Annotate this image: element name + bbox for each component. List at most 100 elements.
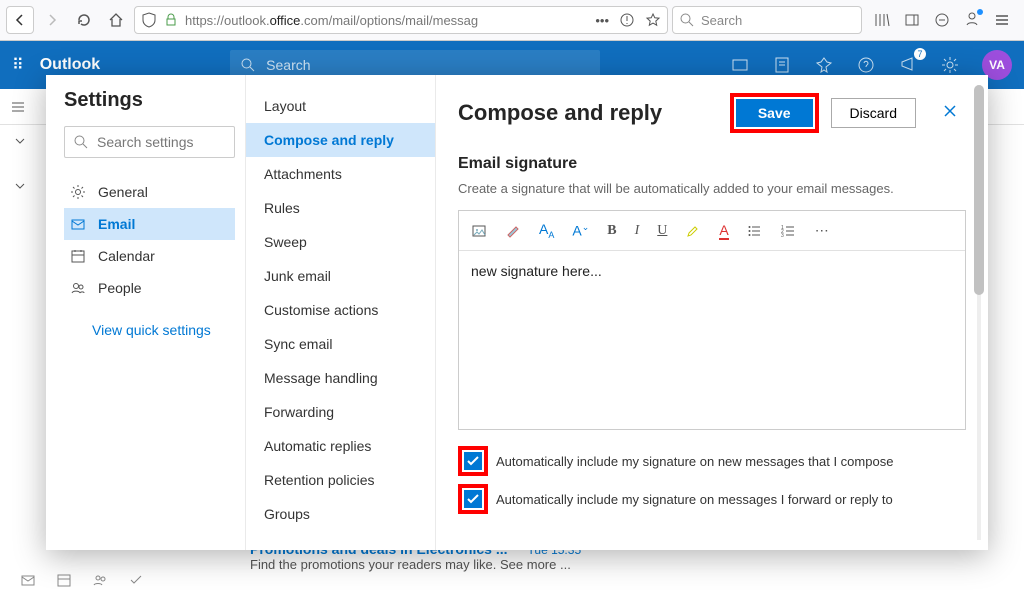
close-icon [942, 103, 958, 119]
meatball-icon[interactable]: ••• [595, 13, 609, 28]
premium-icon[interactable] [814, 55, 834, 75]
stop-icon[interactable] [934, 12, 950, 28]
back-button[interactable] [6, 6, 34, 34]
option-sweep[interactable]: Sweep [246, 225, 435, 259]
font-color-icon[interactable]: A [719, 222, 728, 240]
browser-toolbar: https://outlook.office.com/mail/options/… [0, 0, 1024, 41]
highlight-box [458, 446, 488, 476]
scrollbar[interactable] [974, 85, 984, 540]
font-picker-icon[interactable]: A⌄ [572, 222, 589, 239]
people-icon[interactable] [92, 572, 108, 588]
checkbox-forward-reply[interactable] [464, 490, 482, 508]
lock-icon [163, 12, 179, 28]
category-label: General [98, 184, 148, 200]
settings-modal: Settings Search settings General Email C… [46, 75, 988, 550]
option-groups[interactable]: Groups [246, 497, 435, 531]
search-icon [679, 12, 695, 28]
menu-icon[interactable] [994, 12, 1010, 28]
option-junk-email[interactable]: Junk email [246, 259, 435, 293]
option-sync-email[interactable]: Sync email [246, 327, 435, 361]
image-icon[interactable] [471, 223, 487, 239]
mail-icon [70, 216, 86, 232]
svg-text:3: 3 [781, 233, 784, 239]
option-compose-and-reply[interactable]: Compose and reply [246, 123, 435, 157]
people-icon [70, 280, 86, 296]
mail-icon[interactable] [20, 572, 36, 588]
bold-button[interactable]: B [607, 223, 616, 239]
home-button[interactable] [102, 6, 130, 34]
options-list: Layout Compose and reply Attachments Rul… [246, 75, 436, 550]
editor-textarea[interactable]: new signature here... [459, 251, 965, 429]
search-settings-input[interactable]: Search settings [64, 126, 235, 158]
section-desc: Create a signature that will be automati… [458, 181, 966, 196]
browser-search[interactable]: Search [672, 6, 862, 34]
search-placeholder: Search [701, 13, 742, 28]
help-icon[interactable] [856, 55, 876, 75]
option-rules[interactable]: Rules [246, 191, 435, 225]
settings-gear-icon[interactable] [940, 55, 960, 75]
tasks-icon[interactable] [128, 572, 144, 588]
checkbox-new-messages[interactable] [464, 452, 482, 470]
close-button[interactable] [934, 99, 966, 128]
category-email[interactable]: Email [64, 208, 235, 240]
search-icon [240, 57, 256, 73]
paint-icon[interactable] [505, 223, 521, 239]
italic-button[interactable]: I [635, 223, 640, 239]
category-label: Calendar [98, 248, 155, 264]
url-bar[interactable]: https://outlook.office.com/mail/options/… [134, 6, 668, 34]
account-icon[interactable] [964, 11, 980, 30]
app-launcher-icon[interactable]: ⠿ [12, 55, 26, 75]
settings-sidebar: Settings Search settings General Email C… [46, 75, 246, 550]
option-layout[interactable]: Layout [246, 89, 435, 123]
notes-icon[interactable] [772, 55, 792, 75]
section-title: Email signature [458, 155, 966, 173]
discard-button[interactable]: Discard [831, 98, 916, 128]
gear-icon [70, 184, 86, 200]
category-people[interactable]: People [64, 272, 235, 304]
option-forwarding[interactable]: Forwarding [246, 395, 435, 429]
settings-title: Settings [64, 89, 235, 112]
shield-icon [141, 12, 157, 28]
underline-button[interactable]: U [657, 223, 667, 239]
highlight-box: Save [730, 93, 819, 133]
option-attachments[interactable]: Attachments [246, 157, 435, 191]
announcements-icon[interactable] [898, 54, 918, 77]
chevron-down-icon[interactable] [12, 178, 28, 194]
library-icon[interactable] [874, 12, 890, 28]
checkmark-icon [467, 456, 479, 466]
editor-toolbar: AA A⌄ B I U A 123 ⋯ [459, 211, 965, 251]
forward-button[interactable] [38, 6, 66, 34]
option-message-handling[interactable]: Message handling [246, 361, 435, 395]
category-calendar[interactable]: Calendar [64, 240, 235, 272]
more-icon[interactable]: ⋯ [815, 222, 829, 239]
content-pane: Compose and reply Save Discard Email sig… [436, 75, 988, 550]
font-size-icon[interactable]: AA [539, 221, 554, 240]
view-quick-settings-link[interactable]: View quick settings [92, 322, 235, 338]
content-title: Compose and reply [458, 100, 718, 126]
permissions-icon[interactable] [619, 12, 635, 28]
sidebar-icon[interactable] [904, 12, 920, 28]
reload-button[interactable] [70, 6, 98, 34]
highlight-box [458, 484, 488, 514]
bookmark-icon[interactable] [645, 12, 661, 28]
bullet-list-icon[interactable] [747, 223, 763, 239]
checkbox-label: Automatically include my signature on me… [496, 492, 893, 507]
search-icon [73, 134, 89, 150]
signature-editor: AA A⌄ B I U A 123 ⋯ new signature here..… [458, 210, 966, 430]
option-customise-actions[interactable]: Customise actions [246, 293, 435, 327]
category-general[interactable]: General [64, 176, 235, 208]
save-button[interactable]: Save [736, 99, 813, 127]
category-label: People [98, 280, 142, 296]
number-list-icon[interactable]: 123 [781, 223, 797, 239]
calendar-icon[interactable] [56, 572, 72, 588]
option-retention-policies[interactable]: Retention policies [246, 463, 435, 497]
highlight-icon[interactable] [685, 223, 701, 239]
chevron-down-icon[interactable] [12, 133, 28, 149]
message-preview: Find the promotions your readers may lik… [250, 557, 994, 572]
menu-icon[interactable] [10, 99, 26, 115]
checkbox-label: Automatically include my signature on ne… [496, 454, 893, 469]
url-text: https://outlook.office.com/mail/options/… [185, 13, 478, 28]
teams-icon[interactable] [730, 55, 750, 75]
option-automatic-replies[interactable]: Automatic replies [246, 429, 435, 463]
outlook-title: Outlook [40, 56, 100, 74]
